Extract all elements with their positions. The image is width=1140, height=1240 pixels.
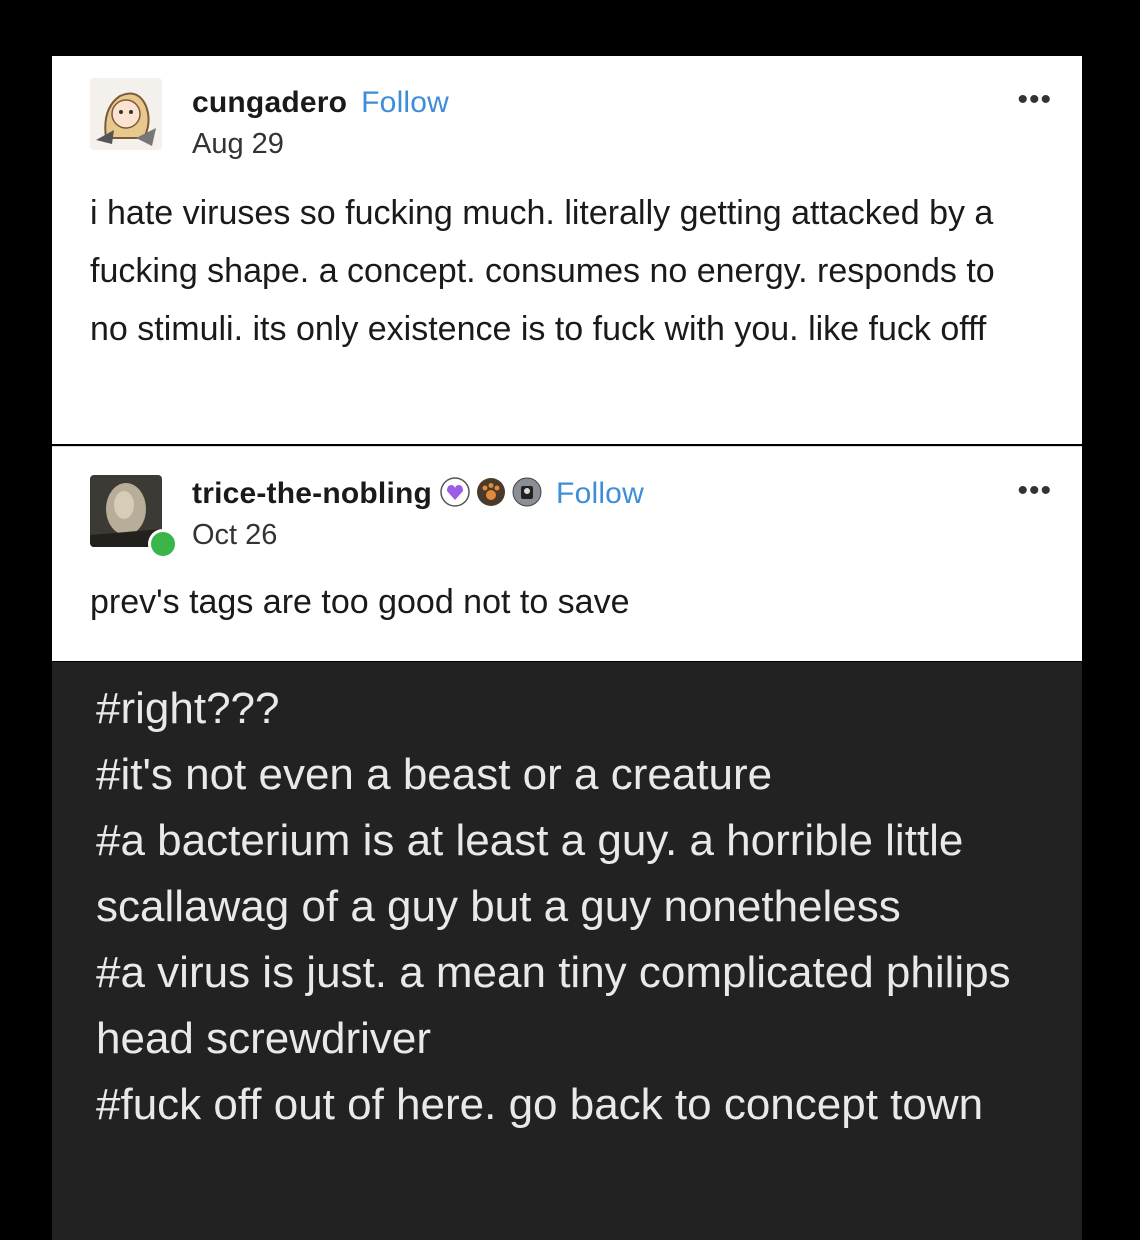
avatar-illustration-icon xyxy=(90,78,162,150)
tag-item[interactable]: #a virus is just. a mean tiny complicate… xyxy=(96,940,1036,1072)
post-date[interactable]: Aug 29 xyxy=(192,128,284,161)
follow-button[interactable]: Follow xyxy=(556,477,644,510)
username-link[interactable]: cungadero xyxy=(192,86,347,119)
gray-badge-icon[interactable] xyxy=(512,477,542,507)
tag-item[interactable]: #fuck off out of here. go back to concep… xyxy=(96,1072,1036,1138)
username-link[interactable]: trice-the-nobling xyxy=(192,477,432,510)
reblog-post: trice-the-nobling Follow Oct 26 ••• prev'… xyxy=(52,446,1082,661)
more-options-icon[interactable]: ••• xyxy=(1017,85,1052,115)
purple-heart-badge-icon[interactable] xyxy=(440,477,470,507)
follow-button[interactable]: Follow xyxy=(361,86,449,119)
post-date[interactable]: Oct 26 xyxy=(192,519,277,552)
avatar[interactable] xyxy=(90,78,162,150)
original-post: cungadero Follow Aug 29 ••• i hate viruse… xyxy=(52,56,1082,444)
tag-item[interactable]: #it's not even a beast or a creature xyxy=(96,742,1036,808)
post-body: i hate viruses so fucking much. literall… xyxy=(90,194,995,348)
post-body: prev's tags are too good not to save xyxy=(90,583,630,621)
reblog-icon xyxy=(148,529,178,559)
tags-panel: #right??? #it's not even a beast or a cr… xyxy=(52,662,1082,1240)
tag-item[interactable]: #right??? xyxy=(96,676,1036,742)
user-badges[interactable] xyxy=(440,477,542,507)
paw-badge-icon[interactable] xyxy=(476,477,506,507)
post-header: trice-the-nobling Follow xyxy=(192,477,644,511)
tags-list: #right??? #it's not even a beast or a cr… xyxy=(52,662,1082,1138)
post-header: cungadero Follow xyxy=(192,86,449,120)
more-options-icon[interactable]: ••• xyxy=(1017,476,1052,506)
tag-item[interactable]: #a bacterium is at least a guy. a horrib… xyxy=(96,808,1036,940)
